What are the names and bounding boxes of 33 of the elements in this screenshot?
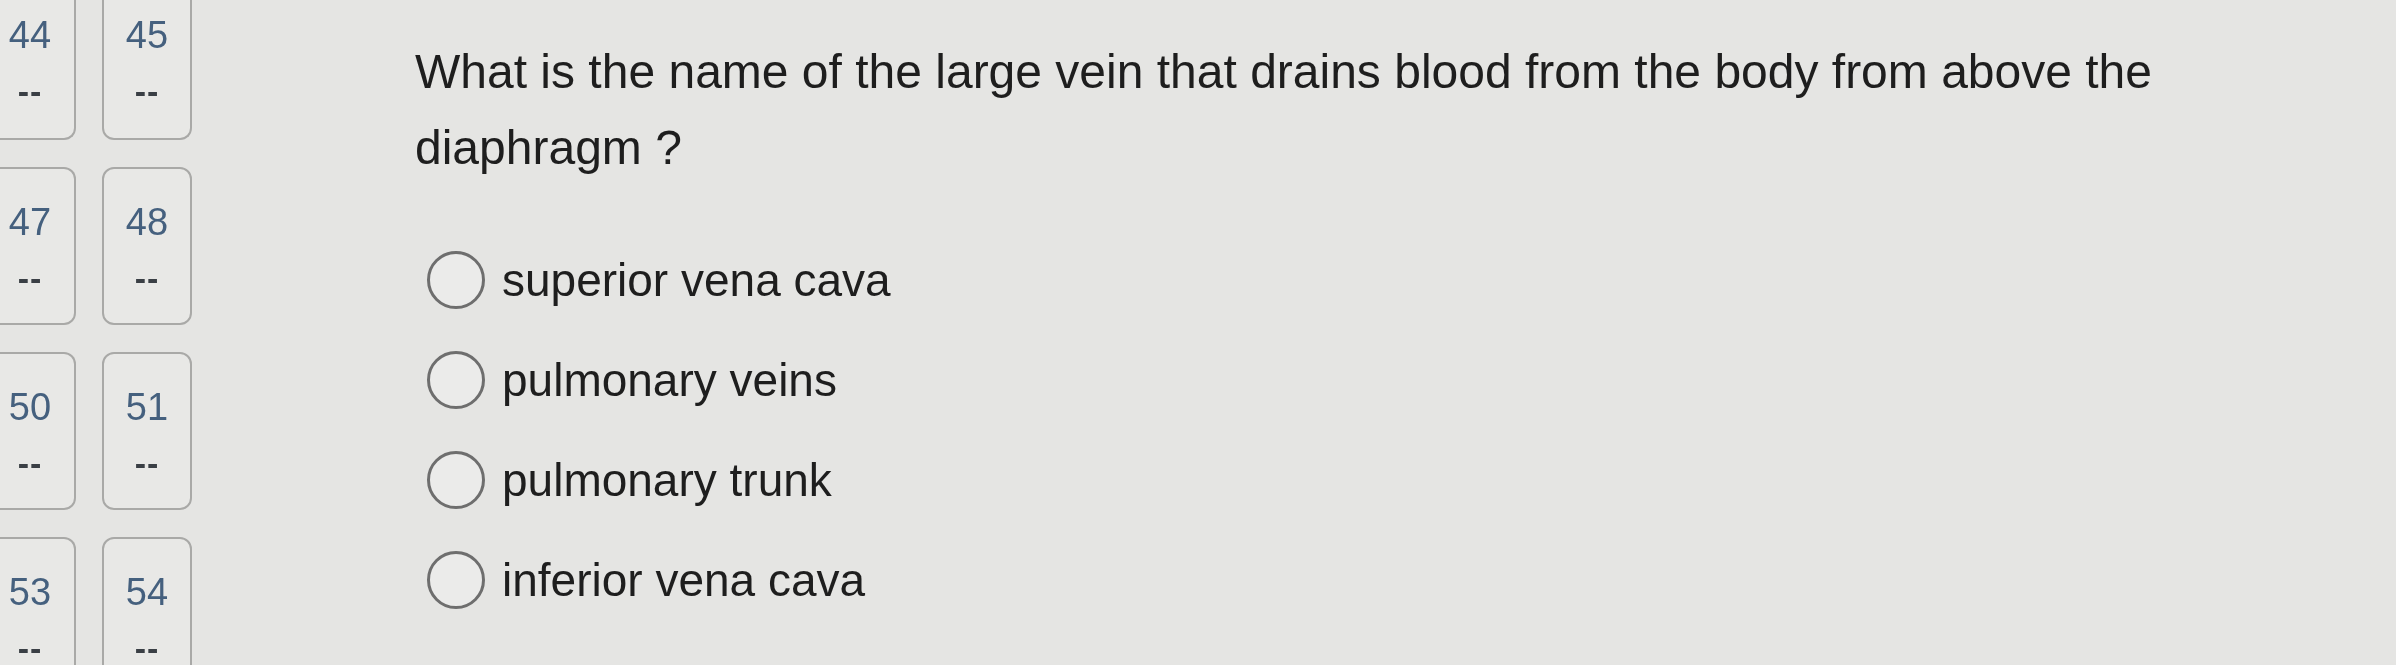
question-number: 53 — [8, 573, 52, 611]
question-text: What is the name of the large vein that drains blood from the body from above the diaphragm ? — [415, 44, 2153, 176]
radio-button[interactable] — [427, 551, 485, 609]
question-number: 45 — [125, 16, 169, 54]
answer-status: -- — [134, 448, 160, 478]
question-tile[interactable]: 51 -- — [102, 352, 192, 510]
question-tile[interactable]: 53 -- — [0, 537, 76, 665]
answer-status: -- — [17, 263, 43, 293]
answer-status: -- — [17, 448, 43, 478]
answer-status: -- — [134, 263, 160, 293]
answer-status: -- — [17, 633, 43, 663]
question-number: 51 — [125, 388, 169, 426]
question-number: 47 — [8, 203, 52, 241]
answer-status: -- — [134, 633, 160, 663]
question-number: 54 — [125, 573, 169, 611]
radio-button[interactable] — [427, 351, 485, 409]
question-tile[interactable]: 48 -- — [102, 167, 192, 325]
question-number: 44 — [8, 16, 52, 54]
answer-status: -- — [134, 76, 160, 106]
answer-status: -- — [17, 76, 43, 106]
option-label[interactable]: pulmonary veins — [502, 352, 837, 408]
question-tile[interactable]: 45 -- — [102, 0, 192, 140]
question-number: 48 — [125, 203, 169, 241]
option-label[interactable]: inferior vena cava — [502, 552, 866, 608]
question-tile[interactable]: 47 -- — [0, 167, 76, 325]
option-label[interactable]: superior vena cava — [502, 252, 891, 308]
option-label[interactable]: pulmonary trunk — [502, 452, 832, 508]
question-number: 50 — [8, 388, 52, 426]
question-tile[interactable]: 54 -- — [102, 537, 192, 665]
question-tile[interactable]: 44 -- — [0, 0, 76, 140]
radio-button[interactable] — [427, 251, 485, 309]
question-tile[interactable]: 50 -- — [0, 352, 76, 510]
radio-button[interactable] — [427, 451, 485, 509]
